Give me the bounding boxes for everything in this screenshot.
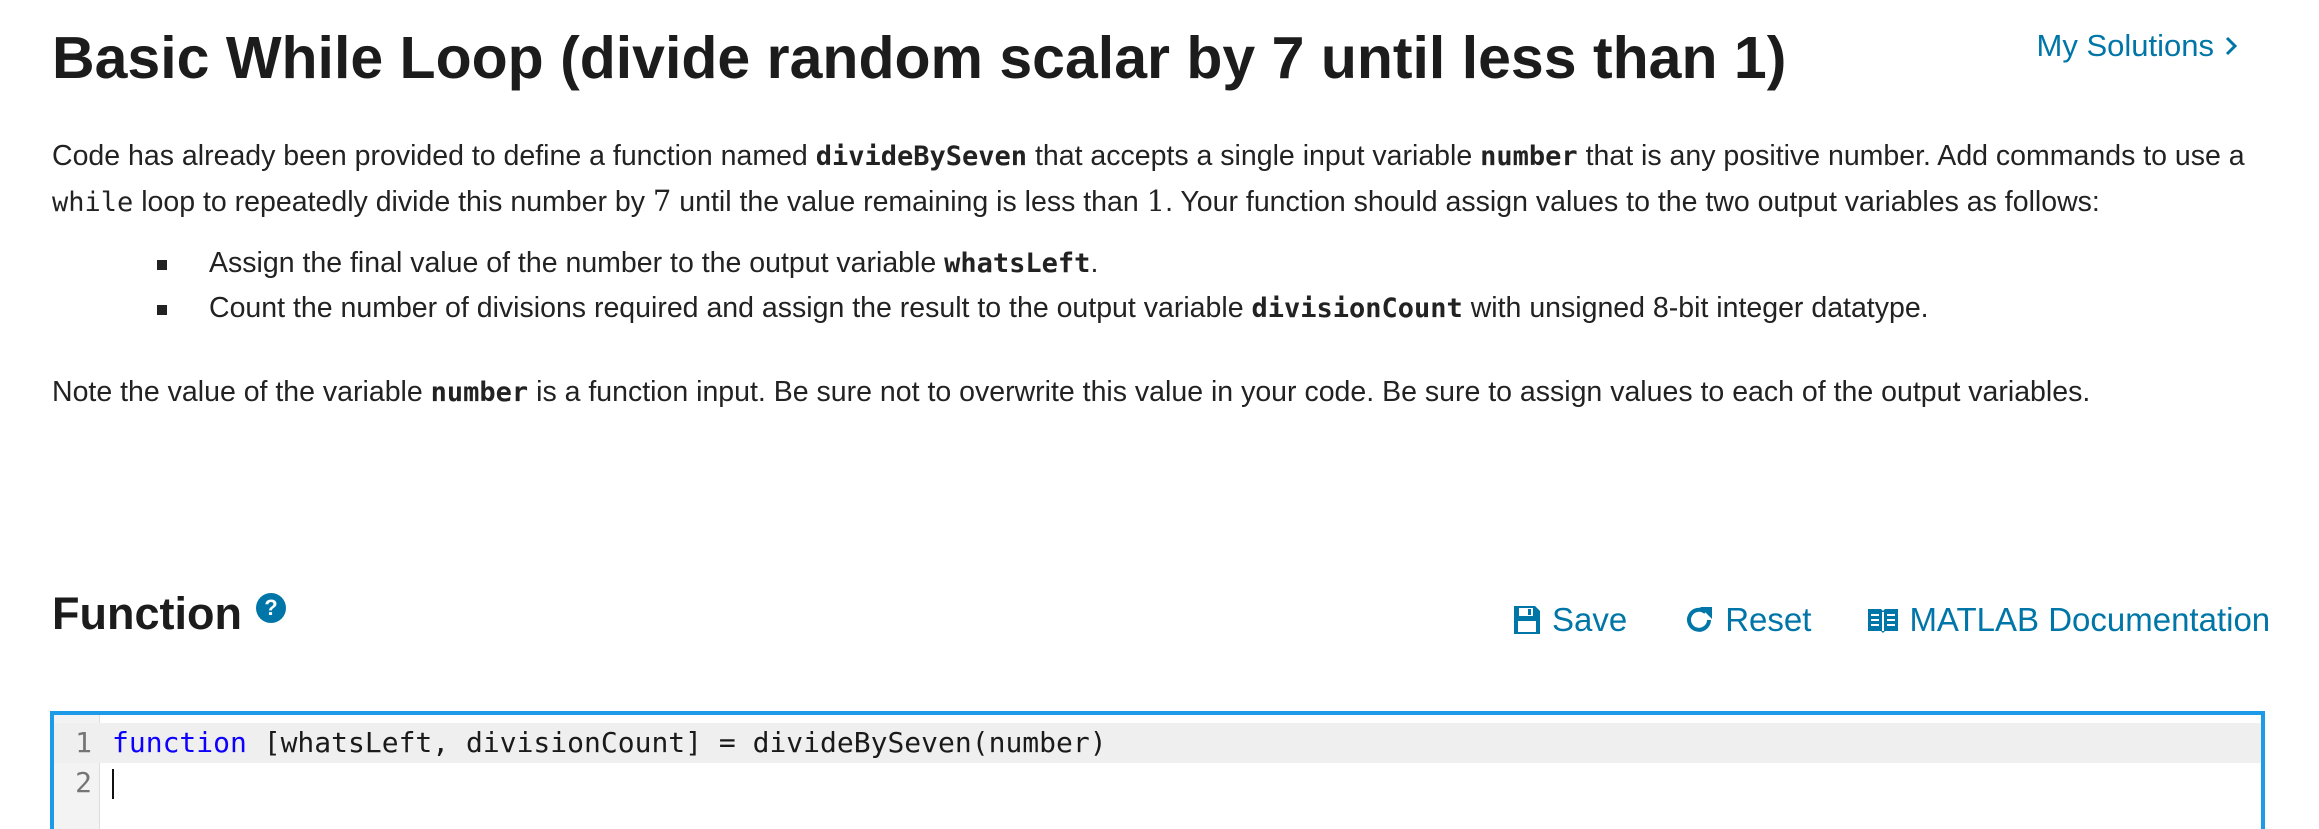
- output-variable-code: divisionCount: [1251, 293, 1463, 324]
- math-seven: 7: [652, 184, 672, 218]
- line-number: 2: [75, 766, 92, 799]
- requirements-list: Assign the final value of the number to …: [52, 241, 2267, 331]
- list-item: Assign the final value of the number to …: [157, 241, 2267, 286]
- code-editor[interactable]: 1 function [whatsLeft, divisionCount] = …: [50, 711, 2265, 829]
- description-text: . Your function should assign values to …: [1165, 186, 2100, 218]
- code-line[interactable]: 1 function [whatsLeft, divisionCount] = …: [54, 723, 2261, 763]
- function-name-code: divideBySeven: [815, 141, 1028, 172]
- refresh-icon: [1687, 607, 1713, 632]
- save-label: Save: [1552, 601, 1628, 638]
- code-line[interactable]: 2: [54, 763, 2261, 803]
- input-variable-code: number: [430, 377, 529, 408]
- list-item-text: with unsigned 8-bit integer datatype.: [1462, 292, 1929, 324]
- matlab-documentation-link[interactable]: MATLAB Documentation: [1867, 600, 2270, 640]
- code-token: [whatsLeft, divisionCount] = divideBySev…: [246, 726, 1107, 759]
- function-section-title: Function ?: [52, 584, 286, 644]
- problem-page: Basic While Loop (divide random scalar b…: [0, 0, 2319, 829]
- list-item-text: .: [1090, 247, 1099, 279]
- page-title: Basic While Loop (divide random scalar b…: [52, 25, 1787, 91]
- open-book-icon: [1868, 609, 1899, 633]
- description-text: that accepts a single input variable: [1027, 140, 1481, 172]
- editor-toolbar: Save Reset MATLAB Documentation: [1512, 600, 2270, 640]
- description-text: loop to repeatedly divide this number by: [133, 186, 653, 218]
- list-item-text: Assign the final value of the number to …: [209, 247, 945, 279]
- input-variable-code: number: [1480, 141, 1578, 172]
- problem-description: Code has already been provided to define…: [52, 134, 2267, 415]
- function-title-text: Function: [52, 588, 242, 639]
- documentation-label: MATLAB Documentation: [1909, 601, 2271, 638]
- math-one: 1: [1146, 184, 1166, 218]
- line-number: 1: [75, 726, 92, 759]
- code-text[interactable]: function [whatsLeft, divisionCount] = di…: [112, 723, 1107, 763]
- keyword-token: function: [112, 726, 247, 759]
- list-item-text: Count the number of divisions required a…: [209, 292, 1252, 324]
- text-cursor: [112, 769, 114, 799]
- description-text: Code has already been provided to define…: [52, 140, 816, 172]
- question-circle-icon[interactable]: ?: [255, 593, 286, 623]
- description-text: that is any positive number. Add command…: [1577, 140, 2245, 172]
- save-button[interactable]: Save: [1512, 600, 1627, 640]
- note-text: Note the value of the variable: [52, 376, 431, 408]
- reset-label: Reset: [1725, 601, 1812, 638]
- my-solutions-link[interactable]: My Solutions: [2037, 26, 2238, 66]
- my-solutions-label: My Solutions: [2036, 28, 2214, 63]
- floppy-disk-icon: [1514, 606, 1540, 634]
- description-text: until the value remaining is less than: [671, 186, 1147, 218]
- output-variable-code: whatsLeft: [944, 248, 1091, 279]
- note-paragraph: Note the value of the variable number is…: [52, 370, 2267, 415]
- while-keyword-code: while: [52, 187, 134, 218]
- note-text: is a function input. Be sure not to over…: [528, 376, 2091, 408]
- description-paragraph: Code has already been provided to define…: [52, 134, 2267, 225]
- list-item: Count the number of divisions required a…: [157, 286, 2267, 331]
- reset-button[interactable]: Reset: [1683, 600, 1811, 640]
- chevron-right-icon: [2225, 36, 2238, 56]
